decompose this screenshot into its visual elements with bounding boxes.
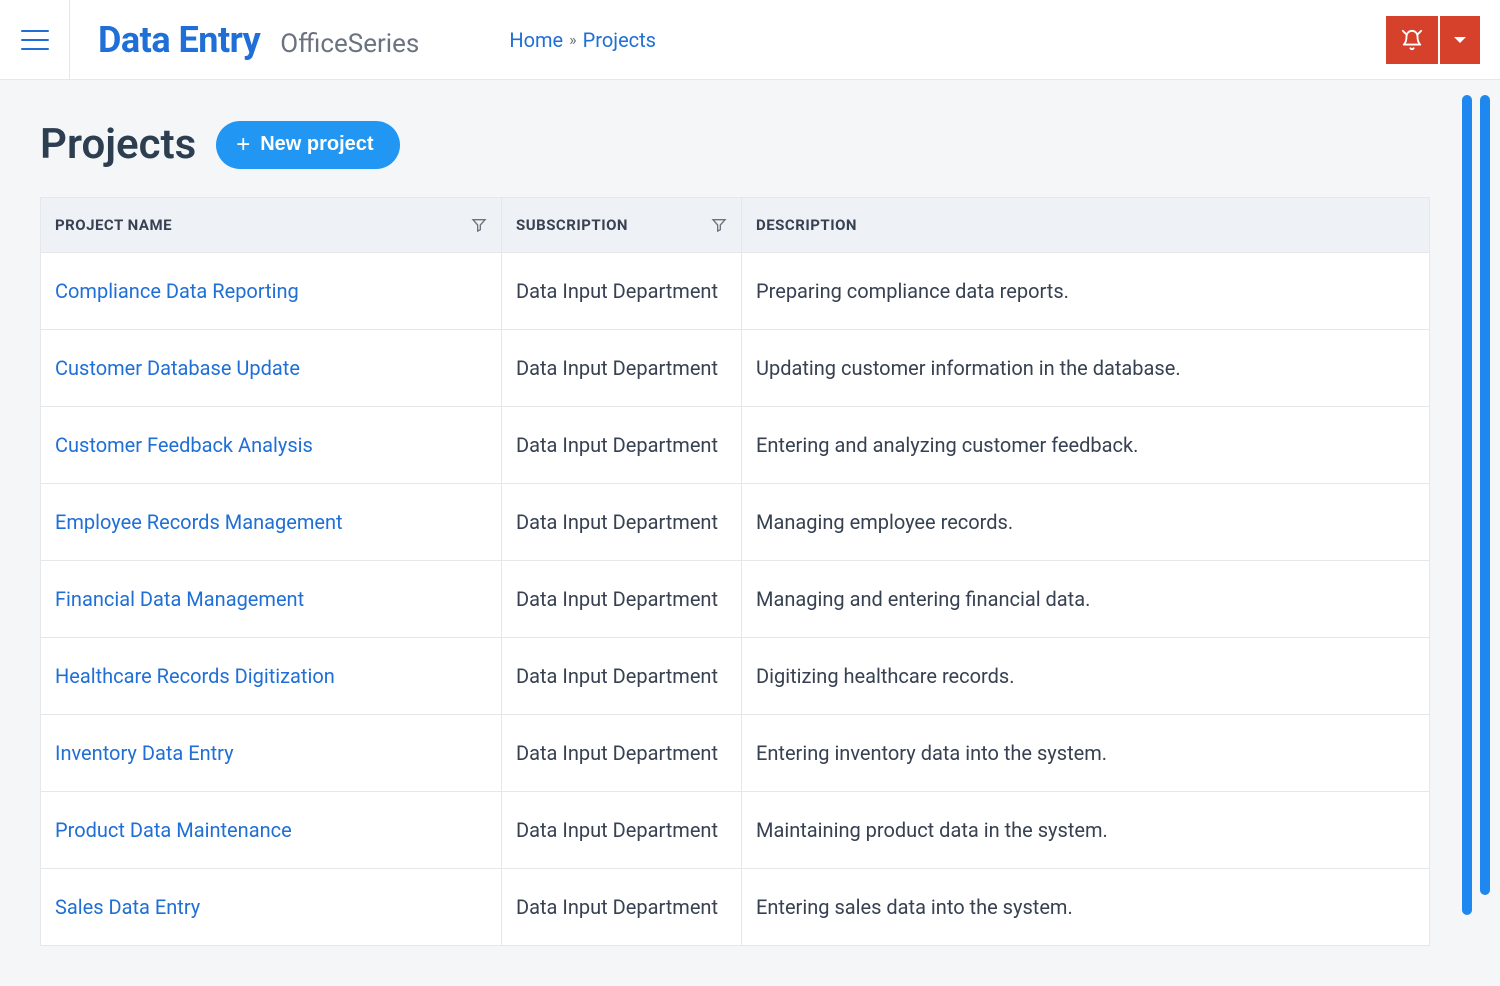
cell-description: Preparing compliance data reports. bbox=[741, 253, 1429, 329]
breadcrumb: Home » Projects bbox=[509, 28, 656, 52]
table-row: Healthcare Records Digitization Data Inpu… bbox=[41, 637, 1429, 714]
cell-project-name: Compliance Data Reporting bbox=[41, 253, 501, 329]
project-link[interactable]: Employee Records Management bbox=[55, 510, 343, 534]
col-header-name-label: Project Name bbox=[55, 216, 172, 234]
notifications-button[interactable] bbox=[1386, 16, 1438, 64]
page-title: Projects bbox=[40, 120, 196, 169]
table-row: Sales Data Entry Data Input DepartmentEnt… bbox=[41, 868, 1429, 945]
cell-subscription: Data Input Department bbox=[501, 868, 741, 945]
cell-description: Managing and entering financial data. bbox=[741, 560, 1429, 637]
project-link[interactable]: Compliance Data Reporting bbox=[55, 279, 299, 303]
breadcrumb-home-link[interactable]: Home bbox=[509, 28, 563, 52]
cell-subscription: Data Input Department bbox=[501, 483, 741, 560]
projects-table: Project Name Subscription Description Co… bbox=[40, 197, 1430, 946]
project-link[interactable]: Product Data Maintenance bbox=[55, 818, 292, 842]
brand-title: Data Entry bbox=[98, 19, 260, 61]
cell-project-name: Financial Data Management bbox=[41, 560, 501, 637]
scrollbar[interactable] bbox=[1480, 95, 1490, 895]
table-row: Inventory Data Entry Data Input Departmen… bbox=[41, 714, 1429, 791]
cell-subscription: Data Input Department bbox=[501, 329, 741, 406]
cell-description: Maintaining product data in the system. bbox=[741, 791, 1429, 868]
brand-subtitle: OfficeSeries bbox=[280, 29, 419, 59]
cell-subscription: Data Input Department bbox=[501, 253, 741, 329]
cell-description: Entering sales data into the system. bbox=[741, 868, 1429, 945]
cell-project-name: Customer Database Update bbox=[41, 329, 501, 406]
project-link[interactable]: Customer Database Update bbox=[55, 356, 300, 380]
hamburger-wrap bbox=[0, 0, 70, 79]
plus-icon: + bbox=[236, 133, 250, 157]
col-header-description[interactable]: Description bbox=[741, 198, 1429, 253]
cell-description: Updating customer information in the dat… bbox=[741, 329, 1429, 406]
menu-icon[interactable] bbox=[21, 30, 49, 50]
project-link[interactable]: Financial Data Management bbox=[55, 587, 304, 611]
cell-subscription: Data Input Department bbox=[501, 714, 741, 791]
content: Projects + New project Project Name Subs… bbox=[0, 80, 1500, 986]
new-project-button[interactable]: + New project bbox=[216, 121, 399, 169]
col-header-subscription[interactable]: Subscription bbox=[501, 198, 741, 253]
chevron-right-icon: » bbox=[569, 30, 577, 49]
project-link[interactable]: Customer Feedback Analysis bbox=[55, 433, 313, 457]
cell-description: Managing employee records. bbox=[741, 483, 1429, 560]
cell-project-name: Product Data Maintenance bbox=[41, 791, 501, 868]
cell-project-name: Sales Data Entry bbox=[41, 868, 501, 945]
cell-project-name: Inventory Data Entry bbox=[41, 714, 501, 791]
table-row: Product Data Maintenance Data Input Depar… bbox=[41, 791, 1429, 868]
filter-icon[interactable] bbox=[711, 217, 727, 233]
new-project-label: New project bbox=[260, 133, 373, 156]
cell-project-name: Healthcare Records Digitization bbox=[41, 637, 501, 714]
cell-project-name: Employee Records Management bbox=[41, 483, 501, 560]
caret-down-icon bbox=[1454, 37, 1466, 43]
table-body: Compliance Data Reporting Data Input Depa… bbox=[41, 253, 1429, 945]
project-link[interactable]: Sales Data Entry bbox=[55, 895, 200, 919]
cell-subscription: Data Input Department bbox=[501, 637, 741, 714]
header: Data Entry OfficeSeries Home » Projects bbox=[0, 0, 1500, 80]
header-actions bbox=[1386, 16, 1480, 64]
cell-description: Entering and analyzing customer feedback… bbox=[741, 406, 1429, 483]
project-link[interactable]: Inventory Data Entry bbox=[55, 741, 234, 765]
page-heading: Projects + New project bbox=[40, 120, 1460, 169]
bell-icon bbox=[1401, 29, 1423, 51]
breadcrumb-current-link[interactable]: Projects bbox=[583, 28, 656, 52]
table-row: Employee Records Management Data Input De… bbox=[41, 483, 1429, 560]
cell-subscription: Data Input Department bbox=[501, 791, 741, 868]
cell-subscription: Data Input Department bbox=[501, 560, 741, 637]
col-header-subscription-label: Subscription bbox=[516, 216, 628, 234]
table-header-row: Project Name Subscription Description bbox=[41, 198, 1429, 253]
cell-description: Entering inventory data into the system. bbox=[741, 714, 1429, 791]
cell-description: Digitizing healthcare records. bbox=[741, 637, 1429, 714]
cell-subscription: Data Input Department bbox=[501, 406, 741, 483]
table-row: Customer Feedback Analysis Data Input Dep… bbox=[41, 406, 1429, 483]
cell-project-name: Customer Feedback Analysis bbox=[41, 406, 501, 483]
filter-icon[interactable] bbox=[471, 217, 487, 233]
col-header-description-label: Description bbox=[756, 216, 857, 234]
table-row: Customer Database Update Data Input Depar… bbox=[41, 329, 1429, 406]
user-menu-button[interactable] bbox=[1440, 16, 1480, 64]
brand: Data Entry OfficeSeries bbox=[70, 19, 419, 61]
table-row: Financial Data Management Data Input Depa… bbox=[41, 560, 1429, 637]
col-header-name[interactable]: Project Name bbox=[41, 198, 501, 253]
scrollbar[interactable] bbox=[1462, 95, 1472, 915]
table-row: Compliance Data Reporting Data Input Depa… bbox=[41, 253, 1429, 329]
project-link[interactable]: Healthcare Records Digitization bbox=[55, 664, 335, 688]
